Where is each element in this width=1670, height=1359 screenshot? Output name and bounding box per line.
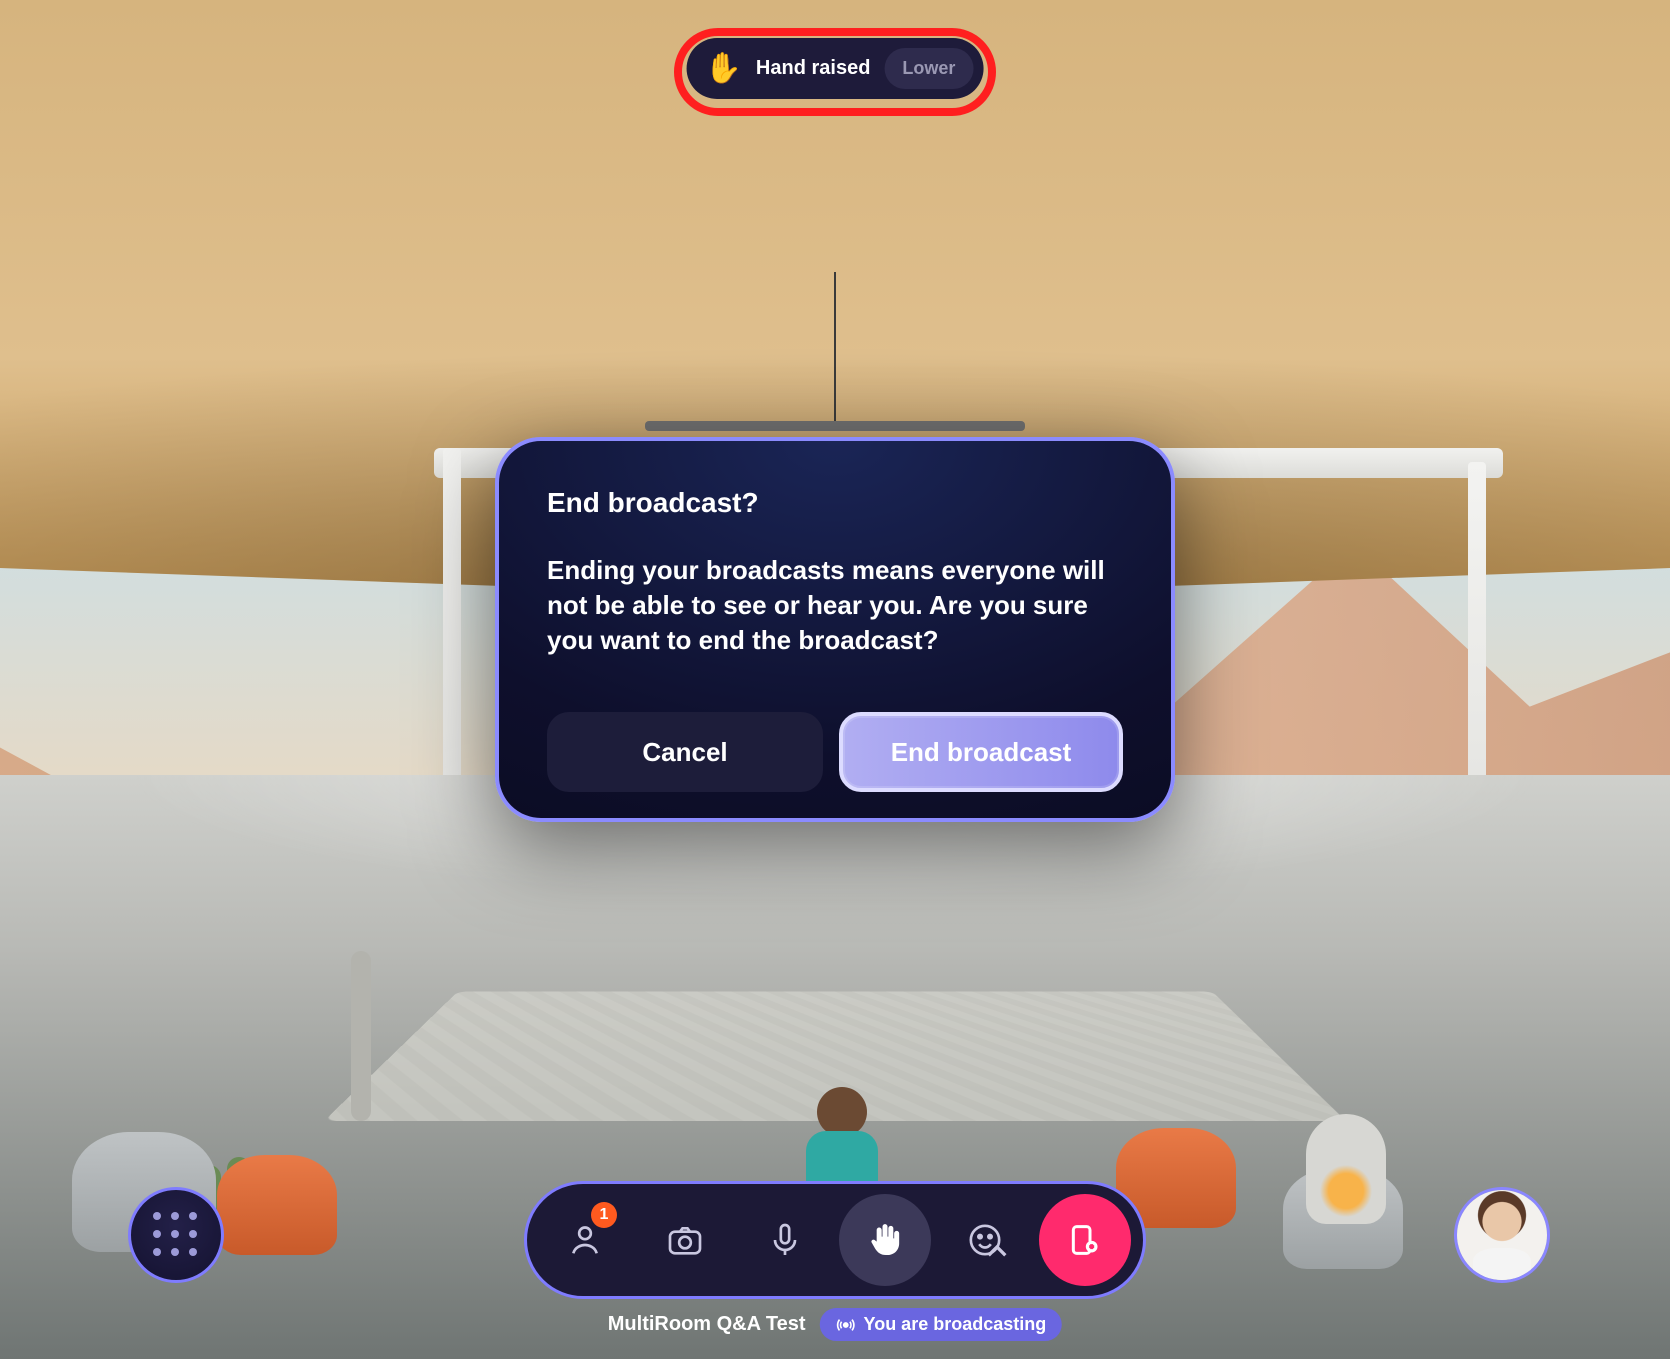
microphone-button[interactable] xyxy=(739,1194,831,1286)
lower-hand-button[interactable]: Lower xyxy=(884,48,973,89)
grid-icon xyxy=(153,1212,199,1258)
participants-button[interactable]: 1 xyxy=(539,1194,631,1286)
avatar-icon xyxy=(1457,1190,1547,1280)
hand-raised-pill: ✋ Hand raised Lower xyxy=(687,38,984,99)
room-name: MultiRoom Q&A Test xyxy=(608,1313,806,1336)
hand-raised-label: Hand raised xyxy=(756,57,870,80)
broadcast-icon xyxy=(836,1315,856,1335)
broadcast-status-label: You are broadcasting xyxy=(864,1314,1047,1335)
pendant-cord xyxy=(834,272,836,421)
camera-button[interactable] xyxy=(639,1194,731,1286)
dialog-body: Ending your broadcasts means everyone wi… xyxy=(547,553,1123,658)
participants-badge: 1 xyxy=(591,1202,617,1228)
dialog-buttons: Cancel End broadcast xyxy=(547,712,1123,792)
chair xyxy=(217,1155,337,1255)
app-menu-button[interactable] xyxy=(128,1187,224,1283)
dialog-title: End broadcast? xyxy=(547,487,1123,519)
status-line: MultiRoom Q&A Test You are broadcasting xyxy=(608,1308,1062,1341)
fire-pit xyxy=(1306,1114,1386,1224)
leave-button[interactable] xyxy=(1039,1194,1131,1286)
raise-hand-button[interactable] xyxy=(839,1194,931,1286)
raise-hand-icon xyxy=(865,1220,905,1260)
dock: 1 xyxy=(524,1181,1146,1299)
profile-avatar-button[interactable] xyxy=(1454,1187,1550,1283)
leave-icon xyxy=(1065,1220,1105,1260)
pendant-light xyxy=(645,421,1025,431)
camera-icon xyxy=(665,1220,705,1260)
floor-lamp xyxy=(351,951,371,1121)
microphone-icon xyxy=(765,1220,805,1260)
end-broadcast-dialog: End broadcast? Ending your broadcasts me… xyxy=(495,437,1175,822)
broadcast-status-pill[interactable]: You are broadcasting xyxy=(820,1308,1063,1341)
reactions-button[interactable] xyxy=(939,1194,1031,1286)
cancel-button[interactable]: Cancel xyxy=(547,712,823,792)
end-broadcast-button[interactable]: End broadcast xyxy=(839,712,1123,792)
chevron-up-icon xyxy=(977,1232,1017,1272)
hand-raised-icon: ✋ xyxy=(705,51,742,86)
